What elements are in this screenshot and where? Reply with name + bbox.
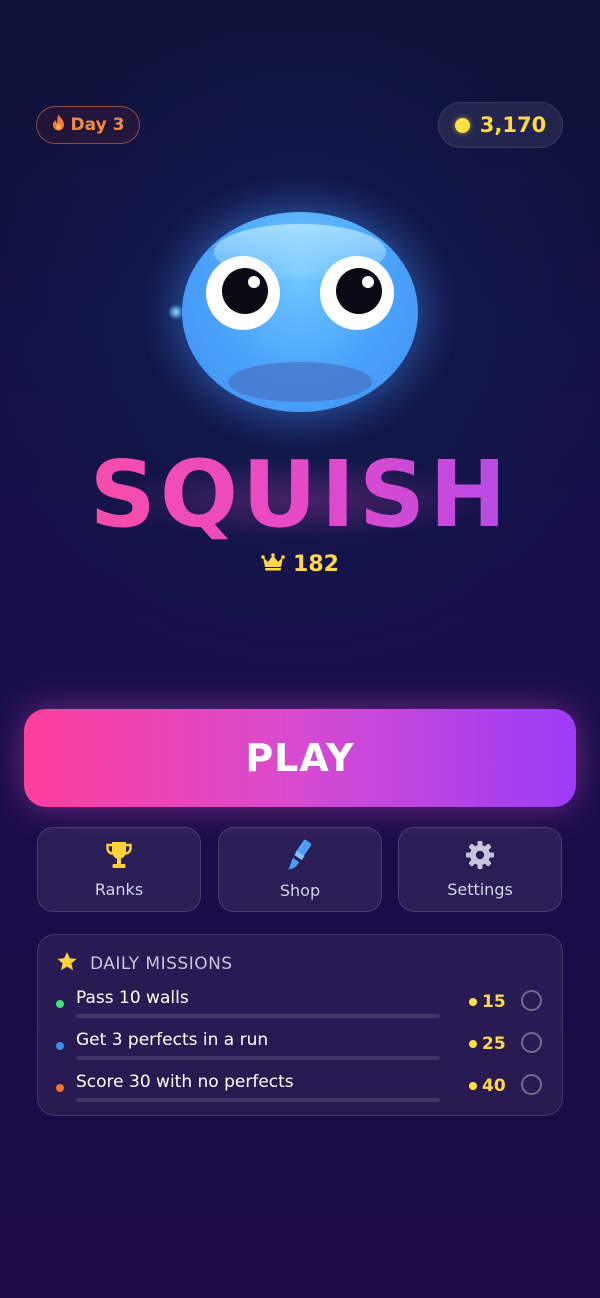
play-button[interactable]: PLAY [24,709,576,807]
mission-reward: 25 [469,1034,506,1054]
streak-badge[interactable]: Day 3 [36,106,140,144]
right-pupil [336,268,382,314]
mission-reward: 40 [469,1076,506,1096]
best-score: 182 [0,552,600,577]
mission-label: Score 30 with no perfects [76,1072,294,1092]
missions-heading: DAILY MISSIONS [90,954,233,974]
best-score-value: 182 [293,552,339,577]
mission-reward-value: 25 [482,1034,506,1054]
coin-balance[interactable]: 3,170 [438,102,563,148]
coin-count: 3,170 [479,113,547,137]
paintbrush-icon [285,839,315,871]
shop-button[interactable]: Shop [218,827,382,912]
mission-status-dot [56,1000,64,1008]
mission-status-dot [56,1042,64,1050]
mission-label: Get 3 perfects in a run [76,1030,269,1050]
star-icon [56,951,78,977]
shop-label: Shop [279,881,321,900]
mission-progress-bar [76,1014,440,1018]
right-eye [320,256,394,330]
game-title: SQUISH [0,440,600,550]
mission-reward-value: 40 [482,1076,506,1096]
settings-button[interactable]: Settings [398,827,562,912]
mission-checkbox[interactable] [521,990,542,1011]
trophy-icon [105,840,133,870]
mission-label: Pass 10 walls [76,988,189,1008]
mission-checkbox[interactable] [521,1074,542,1095]
streak-label: Day 3 [70,115,125,135]
mission-checkbox[interactable] [521,1032,542,1053]
ranks-label: Ranks [94,880,144,899]
mission-progress-bar [76,1098,440,1102]
mission-reward-value: 15 [482,992,506,1012]
mission-item[interactable]: Score 30 with no perfects 40 [56,1072,546,1112]
mission-item[interactable]: Get 3 perfects in a run 25 [56,1030,546,1070]
coin-icon [469,1082,477,1090]
mission-reward: 15 [469,992,506,1012]
mission-status-dot [56,1084,64,1092]
settings-label: Settings [447,880,513,899]
ranks-button[interactable]: Ranks [37,827,201,912]
play-label: PLAY [245,736,355,780]
gear-icon [465,840,495,870]
coin-icon [469,998,477,1006]
mission-progress-bar [76,1056,440,1060]
flame-icon [52,114,65,136]
mission-item[interactable]: Pass 10 walls 15 [56,988,546,1028]
crown-icon [261,552,285,577]
coin-icon [469,1040,477,1048]
coin-icon [454,117,470,133]
missions-header: DAILY MISSIONS [56,951,233,977]
left-pupil [222,268,268,314]
left-eye [206,256,280,330]
blob-mouth [228,362,372,402]
